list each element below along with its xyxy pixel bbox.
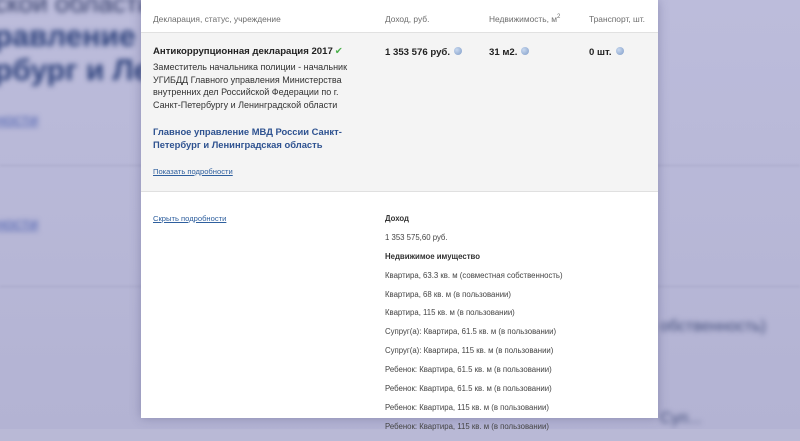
realty-item: Квартира, 68 кв. м (в пользовании) (385, 289, 512, 299)
realty-item: Ребенок: Квартира, 61.5 кв. м (в пользов… (385, 365, 552, 375)
info-icon[interactable] (454, 47, 463, 55)
declaration-title: Антикоррупционная декларация 2017 ✔ (153, 46, 343, 57)
declaration-panel: Декларация, статус, учреждение Доход, ру… (141, 0, 658, 431)
header-declaration: Декларация, статус, учреждение (153, 14, 281, 24)
hide-details-link[interactable]: Скрыть подробности (153, 214, 226, 223)
bg-link: ности (0, 112, 38, 129)
official-position: Заместитель начальника полиции - начальн… (153, 62, 348, 110)
income-value: 1 353 576 руб. (385, 47, 463, 58)
header-transport: Транспорт, шт. (589, 14, 645, 24)
header-income: Доход, руб. (385, 14, 430, 24)
transport-value: 0 шт. (589, 47, 624, 58)
realty-item: Ребенок: Квартира, 61.5 кв. м (в пользов… (385, 384, 552, 394)
bg-text: обственность) (660, 318, 766, 335)
realty-item: Супруг(а): Квартира, 61.5 кв. м (в польз… (385, 327, 557, 337)
header-property-label: Недвижимость, м (489, 14, 558, 24)
income-detail-value: 1 353 575,60 руб. (385, 232, 448, 242)
details-column: Доход 1 353 575,60 руб. Недвижимое имуще… (385, 214, 655, 441)
declaration-details: Скрыть подробности Доход 1 353 575,60 ру… (141, 192, 658, 431)
bg-link: ности (0, 216, 38, 233)
info-icon[interactable] (615, 47, 624, 55)
declaration-title-text: Антикоррупционная декларация 2017 (153, 46, 333, 57)
header-property-sup: 2 (557, 14, 561, 21)
realty-item: Квартира, 63.3 кв. м (совместная собстве… (385, 270, 563, 280)
table-header: Декларация, статус, учреждение Доход, ру… (141, 0, 658, 33)
bg-text-region: ской области (0, 0, 153, 18)
income-label: Доход (385, 214, 409, 223)
header-property: Недвижимость, м2 (489, 14, 560, 24)
realty-item: Супруг(а): Квартира, 115 кв. м (в пользо… (385, 346, 554, 356)
check-icon: ✔ (334, 46, 343, 57)
realty-item: Ребенок: Квартира, 115 кв. м (в пользова… (385, 421, 549, 431)
show-details-link[interactable]: Показать подробности (153, 167, 233, 176)
property-text: 31 м2. (489, 47, 518, 58)
info-icon[interactable] (521, 47, 530, 55)
property-value: 31 м2. (489, 47, 530, 58)
department-link[interactable]: Главное управление МВД России Санкт-Пете… (153, 125, 353, 151)
transport-text: 0 шт. (589, 47, 612, 58)
bg-text: Суп... (660, 410, 702, 427)
income-text: 1 353 576 руб. (385, 47, 451, 58)
realty-item: Ребенок: Квартира, 115 кв. м (в пользова… (385, 402, 549, 412)
realty-label: Недвижимое имущество (385, 251, 480, 261)
realty-item: Квартира, 115 кв. м (в пользовании) (385, 308, 515, 318)
declaration-summary-row[interactable]: Антикоррупционная декларация 2017 ✔ Замес… (141, 33, 658, 192)
